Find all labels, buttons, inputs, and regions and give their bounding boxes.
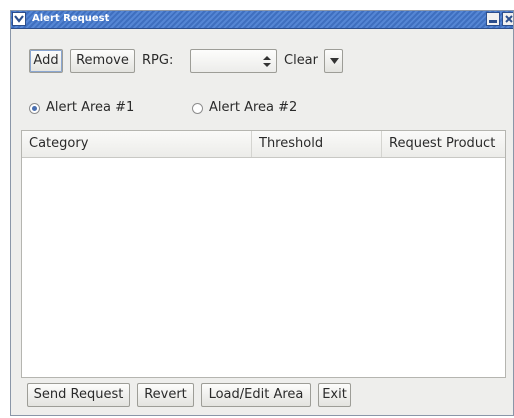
remove-button[interactable]: Remove: [70, 49, 135, 73]
alert-request-window: Alert Request Add Remove RPG: Clear Aler…: [10, 10, 514, 416]
revert-button[interactable]: Revert: [137, 383, 194, 407]
alert-area-1-label: Alert Area #1: [46, 100, 135, 115]
send-request-button[interactable]: Send Request: [27, 383, 130, 407]
minimize-icon[interactable]: [486, 12, 500, 26]
column-header-category[interactable]: Category: [22, 131, 252, 157]
window-menu-icon[interactable]: [12, 12, 26, 26]
alert-area-2-radio[interactable]: [192, 103, 203, 114]
alert-table[interactable]: Category Threshold Request Product: [21, 130, 506, 378]
rpg-label: RPG:: [142, 53, 174, 68]
exit-button[interactable]: Exit: [318, 383, 351, 407]
dropdown-arrow-icon: [330, 58, 339, 64]
close-icon[interactable]: [502, 12, 513, 26]
clear-dropdown-button[interactable]: [324, 49, 343, 73]
table-header: Category Threshold Request Product: [22, 131, 505, 158]
load-edit-area-button[interactable]: Load/Edit Area: [201, 383, 311, 407]
add-button[interactable]: Add: [29, 49, 63, 73]
clear-label: Clear: [284, 53, 318, 68]
window-title: Alert Request: [32, 13, 110, 24]
title-bar: Alert Request: [11, 11, 513, 29]
column-header-threshold[interactable]: Threshold: [252, 131, 382, 157]
spinner-arrows-icon: [263, 56, 271, 67]
alert-area-2-label: Alert Area #2: [209, 100, 298, 115]
rpg-select[interactable]: [190, 49, 277, 73]
alert-area-1-radio[interactable]: [29, 103, 40, 114]
column-header-request-product[interactable]: Request Product: [382, 131, 505, 157]
